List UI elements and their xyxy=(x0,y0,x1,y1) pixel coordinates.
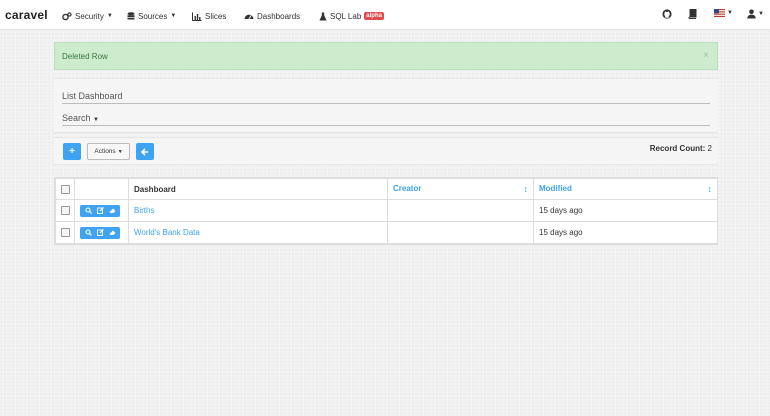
chevron-down-icon: ▼ xyxy=(106,13,113,19)
eraser-icon xyxy=(109,208,115,213)
chevron-down-icon: ▼ xyxy=(170,13,177,19)
row-select-cell xyxy=(55,199,75,222)
nav-sql-lab[interactable]: SQL Lab alpha xyxy=(319,10,384,22)
database-icon xyxy=(127,11,135,19)
search-icon xyxy=(84,229,92,236)
language-menu[interactable]: ▼ xyxy=(714,9,733,17)
sort-icon: ↕ xyxy=(523,184,529,194)
search-icon xyxy=(84,207,92,214)
arrow-left-icon xyxy=(141,147,148,156)
alpha-badge: alpha xyxy=(364,12,384,20)
user-menu[interactable]: ▼ xyxy=(747,9,764,19)
records-table: Dashboard Creator ↕ Modified ↕ Births 15… xyxy=(54,177,718,245)
edit-record-button[interactable] xyxy=(96,229,104,236)
plus-icon: + xyxy=(69,146,75,157)
row-actions-cell xyxy=(74,221,129,244)
show-record-button[interactable] xyxy=(84,229,92,236)
dashboard-link[interactable]: Births xyxy=(134,206,154,215)
column-header-modified-label: Modified xyxy=(539,184,572,193)
row-actions-cell xyxy=(74,199,129,222)
nav-dashboards[interactable]: Dashboards xyxy=(244,10,300,22)
navbar: caravel Security ▼ Sources ▼ Slices Dash… xyxy=(0,0,770,30)
list-panel: List Dashboard Search ▼ xyxy=(54,78,718,133)
dashboard-cell: Births xyxy=(128,199,388,222)
show-record-button[interactable] xyxy=(84,207,92,214)
nav-slices[interactable]: Slices xyxy=(192,10,226,22)
table-row: World's Bank Data 15 days ago xyxy=(55,221,718,244)
bar-chart-icon xyxy=(192,12,202,21)
actions-dropdown[interactable]: Actions ▼ xyxy=(87,143,130,160)
select-all-cell xyxy=(55,178,75,200)
nav-dashboards-label: Dashboards xyxy=(257,11,301,21)
github-link[interactable] xyxy=(662,9,672,19)
chevron-down-icon: ▼ xyxy=(758,11,764,17)
column-header-creator[interactable]: Creator ↕ xyxy=(387,178,534,200)
record-count-value: 2 xyxy=(707,144,712,153)
search-label: Search xyxy=(62,113,91,123)
nav-sources-label: Sources xyxy=(138,11,168,21)
nav-slices-label: Slices xyxy=(205,11,227,21)
table-header-row: Dashboard Creator ↕ Modified ↕ xyxy=(55,178,718,200)
row-actions xyxy=(80,226,120,239)
alert-message: Deleted Row xyxy=(62,52,108,61)
column-header-dashboard: Dashboard xyxy=(128,178,388,200)
table-row: Births 15 days ago xyxy=(55,199,718,222)
dashboard-icon xyxy=(244,14,254,20)
select-all-checkbox[interactable] xyxy=(61,184,70,194)
creator-cell xyxy=(387,221,534,244)
creator-cell xyxy=(387,199,534,222)
list-toolbar: + Actions ▼ Record Count: 2 xyxy=(54,137,718,165)
edit-record-button[interactable] xyxy=(96,207,104,214)
delete-record-button[interactable] xyxy=(109,229,116,236)
actions-header xyxy=(74,178,129,200)
edit-icon xyxy=(96,229,104,236)
column-header-modified[interactable]: Modified ↕ xyxy=(533,178,718,200)
chevron-down-icon: ▼ xyxy=(117,148,123,155)
nav-sources[interactable]: Sources ▼ xyxy=(127,10,176,22)
actions-label: Actions xyxy=(94,148,116,155)
delete-record-button[interactable] xyxy=(109,207,116,214)
record-count: Record Count: 2 xyxy=(650,144,712,153)
flask-icon xyxy=(319,12,327,20)
add-record-button[interactable]: + xyxy=(63,143,81,160)
row-actions xyxy=(80,204,120,217)
brand-logo[interactable]: caravel xyxy=(5,8,48,22)
book-icon xyxy=(688,9,697,19)
success-alert: Deleted Row × xyxy=(54,42,718,70)
close-icon[interactable]: × xyxy=(703,50,709,61)
dashboard-cell: World's Bank Data xyxy=(128,221,388,244)
github-icon xyxy=(662,9,672,19)
edit-icon xyxy=(96,207,104,214)
nav-sql-lab-label: SQL Lab xyxy=(330,11,362,21)
row-checkbox[interactable] xyxy=(61,206,70,215)
search-toggle[interactable]: Search ▼ xyxy=(62,113,710,126)
modified-cell: 15 days ago xyxy=(533,199,718,222)
gears-icon xyxy=(62,11,72,20)
docs-link[interactable] xyxy=(688,9,697,19)
chevron-down-icon: ▼ xyxy=(727,10,733,16)
nav-security[interactable]: Security ▼ xyxy=(62,10,113,22)
column-header-creator-label: Creator xyxy=(393,184,422,193)
eraser-icon xyxy=(109,230,115,235)
back-button[interactable] xyxy=(136,143,154,160)
modified-cell: 15 days ago xyxy=(533,221,718,244)
page-title: List Dashboard xyxy=(62,91,710,104)
sort-icon: ↕ xyxy=(707,184,713,194)
record-count-label: Record Count: xyxy=(649,144,706,153)
user-icon xyxy=(747,9,756,19)
row-checkbox[interactable] xyxy=(61,228,70,237)
dashboard-link[interactable]: World's Bank Data xyxy=(134,228,200,237)
nav-security-label: Security xyxy=(75,11,104,21)
row-select-cell xyxy=(55,221,75,244)
chevron-down-icon: ▼ xyxy=(93,117,99,123)
us-flag-icon xyxy=(714,9,725,17)
